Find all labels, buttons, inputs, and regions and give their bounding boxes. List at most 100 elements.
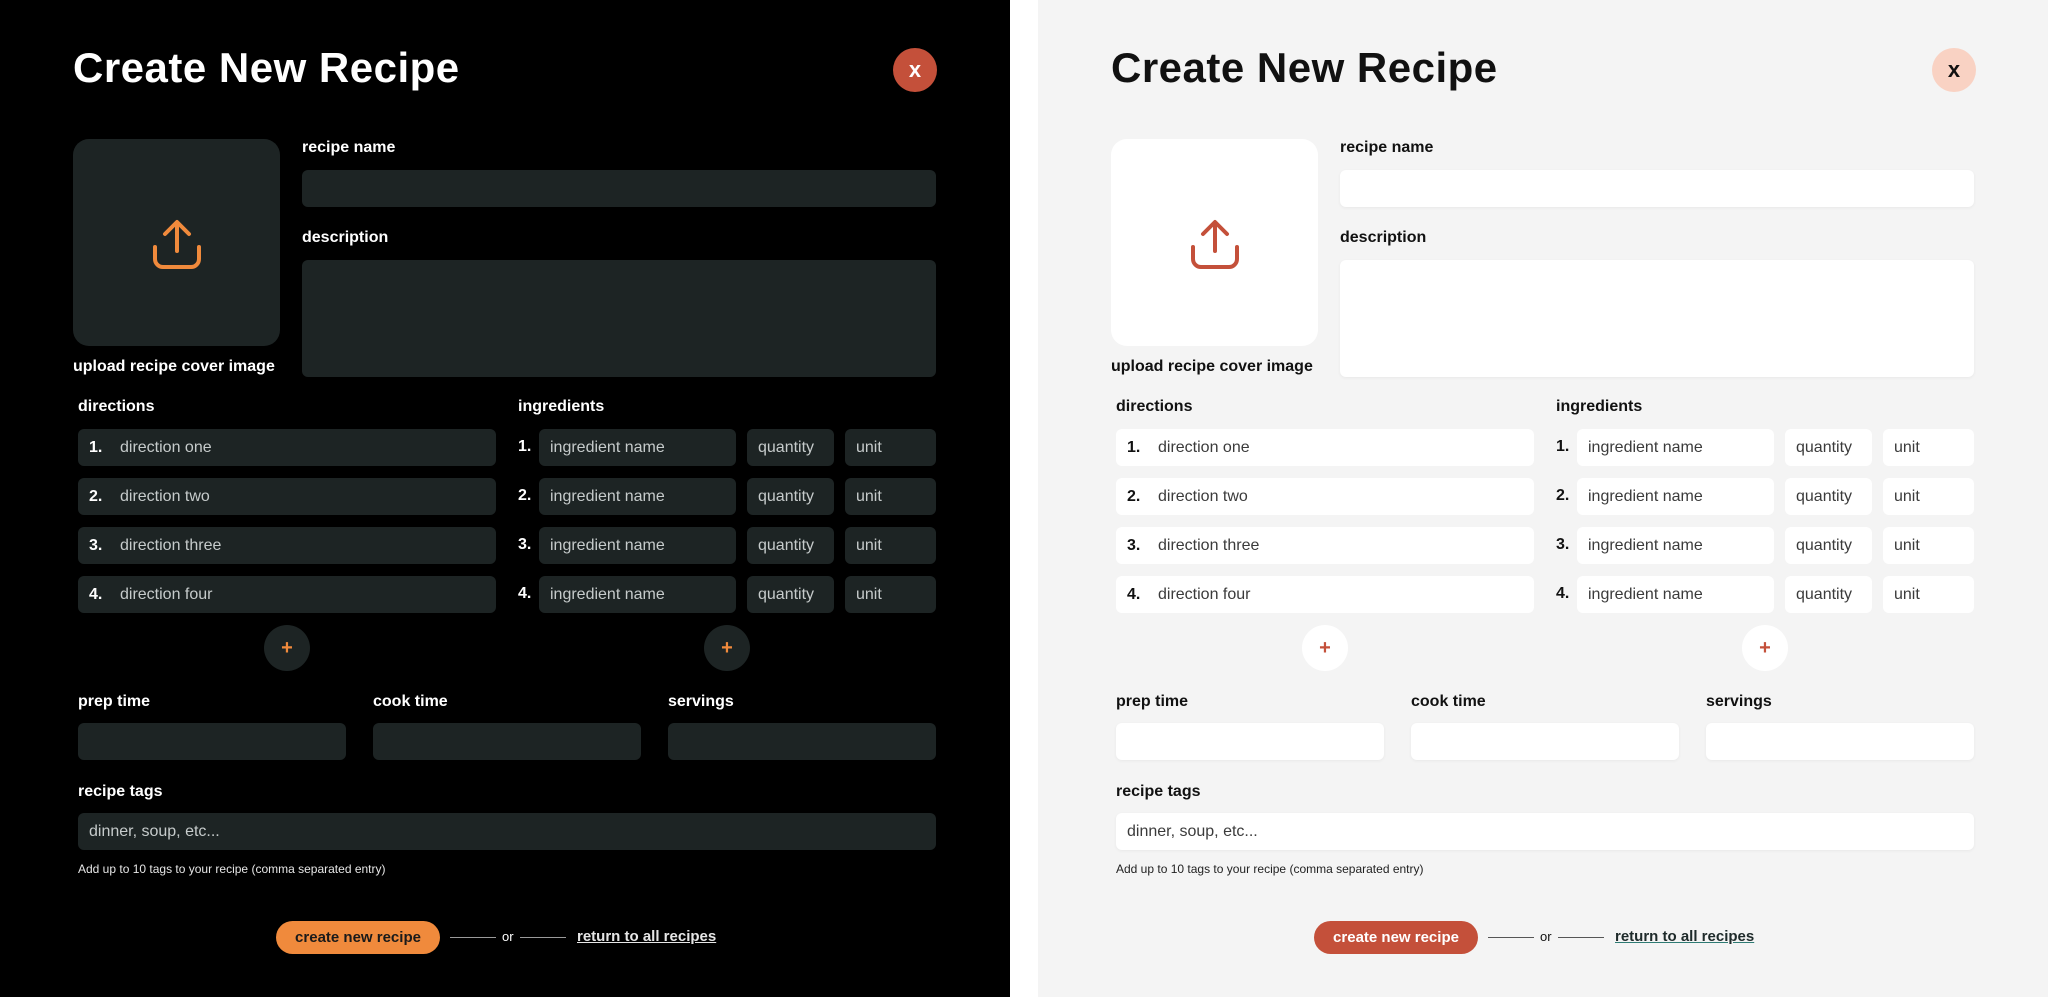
recipe-name-input[interactable] [1340,170,1974,207]
directions-label: directions [78,398,155,415]
close-icon: x [908,57,922,82]
servings-label: servings [668,693,734,710]
ingredient-quantity-input[interactable]: quantity [1785,576,1872,613]
divider-line [1488,937,1534,938]
direction-number: 3. [1127,536,1141,554]
direction-placeholder: direction four [120,585,213,603]
upload-cover-button[interactable] [1111,139,1318,346]
plus-icon: + [1759,636,1771,659]
recipe-name-label: recipe name [1340,139,1434,156]
ingredient-quantity-input[interactable]: quantity [1785,527,1872,564]
ingredient-name-input[interactable]: ingredient name [1577,429,1774,466]
ingredient-quantity-input[interactable]: quantity [1785,478,1872,515]
ingredient-quantity-input[interactable]: quantity [747,478,834,515]
ingredient-name-input[interactable]: ingredient name [539,576,736,613]
direction-row[interactable]: 1. direction one [78,429,496,466]
ingredient-quantity-input[interactable]: quantity [747,576,834,613]
create-recipe-button[interactable]: create new recipe [1314,921,1478,954]
servings-input[interactable] [1706,723,1974,760]
direction-number: 4. [1127,585,1141,603]
direction-row[interactable]: 2. direction two [1116,478,1534,515]
direction-number: 4. [89,585,103,603]
ingredient-name-input[interactable]: ingredient name [539,478,736,515]
ingredient-number: 2. [518,487,532,504]
description-label: description [302,229,389,246]
ingredient-quantity-input[interactable]: quantity [747,527,834,564]
or-text: or [502,929,514,944]
create-recipe-button[interactable]: create new recipe [276,921,440,954]
prep-time-input[interactable] [1116,723,1384,760]
recipe-tags-label: recipe tags [78,783,163,800]
ingredient-unit-input[interactable]: unit [845,576,936,613]
light-theme-panel: Create New Recipe x upload recipe cover … [1038,0,2048,997]
or-text: or [1540,929,1552,944]
ingredient-unit-input[interactable]: unit [1883,527,1974,564]
add-direction-button[interactable]: + [1302,625,1348,671]
ingredient-name-input[interactable]: ingredient name [1577,527,1774,564]
ingredient-unit-input[interactable]: unit [845,429,936,466]
return-to-recipes-link[interactable]: return to all recipes [577,928,716,945]
prep-time-input[interactable] [78,723,346,760]
ingredient-unit-input[interactable]: unit [845,478,936,515]
add-ingredient-button[interactable]: + [704,625,750,671]
ingredient-quantity-input[interactable]: quantity [1785,429,1872,466]
cook-time-input[interactable] [1411,723,1679,760]
plus-icon: + [281,636,293,659]
plus-icon: + [1319,636,1331,659]
recipe-tags-input[interactable] [78,813,936,850]
servings-input[interactable] [668,723,936,760]
return-to-recipes-link[interactable]: return to all recipes [1615,928,1754,945]
divider-line [450,937,496,938]
ingredient-name-input[interactable]: ingredient name [539,527,736,564]
ingredient-number: 4. [1556,585,1570,602]
ingredient-name-input[interactable]: ingredient name [1577,576,1774,613]
direction-number: 1. [1127,438,1141,456]
direction-placeholder: direction three [120,536,222,554]
direction-row[interactable]: 3. direction three [1116,527,1534,564]
direction-row[interactable]: 4. direction four [78,576,496,613]
close-button[interactable]: x [1932,48,1976,92]
cook-time-input[interactable] [373,723,641,760]
direction-number: 3. [89,536,103,554]
ingredient-unit-input[interactable]: unit [1883,429,1974,466]
description-input[interactable] [1340,260,1974,377]
ingredient-quantity-input[interactable]: quantity [747,429,834,466]
direction-number: 1. [89,438,103,456]
tags-hint: Add up to 10 tags to your recipe (comma … [1116,862,1424,876]
upload-label: upload recipe cover image [73,358,275,375]
page-title: Create New Recipe [73,44,460,91]
ingredient-unit-input[interactable]: unit [1883,576,1974,613]
recipe-tags-label: recipe tags [1116,783,1201,800]
upload-icon [152,219,201,269]
direction-row[interactable]: 4. direction four [1116,576,1534,613]
direction-number: 2. [89,487,103,505]
add-direction-button[interactable]: + [264,625,310,671]
direction-row[interactable]: 2. direction two [78,478,496,515]
upload-cover-button[interactable] [73,139,280,346]
ingredient-number: 2. [1556,487,1570,504]
recipe-name-label: recipe name [302,139,396,156]
ingredient-number: 4. [518,585,532,602]
ingredient-number: 3. [1556,536,1570,553]
ingredients-label: ingredients [1556,398,1643,415]
directions-label: directions [1116,398,1193,415]
direction-placeholder: direction two [1158,487,1248,505]
ingredient-unit-input[interactable]: unit [1883,478,1974,515]
recipe-name-input[interactable] [302,170,936,207]
ingredient-number: 1. [1556,438,1570,455]
ingredient-name-input[interactable]: ingredient name [539,429,736,466]
ingredient-number: 3. [518,536,532,553]
prep-time-label: prep time [1116,693,1189,710]
ingredient-number: 1. [518,438,532,455]
direction-row[interactable]: 3. direction three [78,527,496,564]
panel-divider [1010,0,1038,997]
ingredient-name-input[interactable]: ingredient name [1577,478,1774,515]
description-input[interactable] [302,260,936,377]
servings-label: servings [1706,693,1772,710]
direction-row[interactable]: 1. direction one [1116,429,1534,466]
close-button[interactable]: x [893,48,937,92]
recipe-tags-input[interactable] [1116,813,1974,850]
ingredient-unit-input[interactable]: unit [845,527,936,564]
add-ingredient-button[interactable]: + [1742,625,1788,671]
direction-placeholder: direction four [1158,585,1251,603]
